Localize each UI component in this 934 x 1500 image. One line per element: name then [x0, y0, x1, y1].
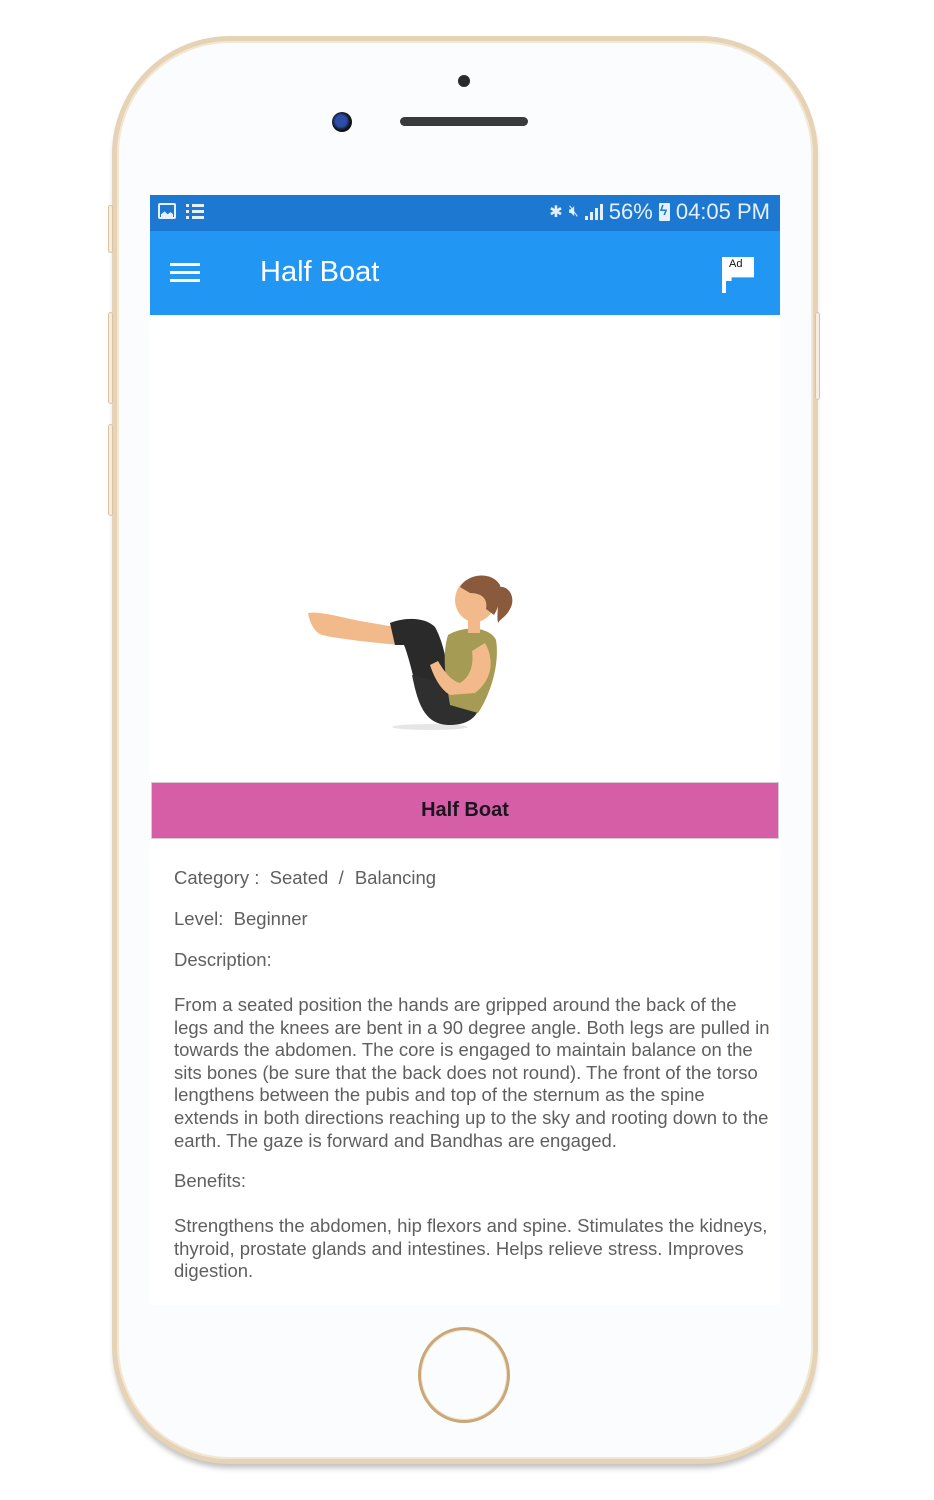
- power-button: [815, 312, 820, 400]
- battery-percent: 56%: [608, 199, 653, 224]
- image-notification-icon: [158, 203, 176, 219]
- level-label: Level:: [174, 908, 224, 929]
- front-camera: [332, 112, 352, 132]
- category-value-1: Seated: [269, 867, 329, 888]
- status-bar: ✱ 🔇︎ 56% 04:05 PM: [150, 195, 780, 231]
- app-bar: Half Boat Ad: [150, 231, 780, 315]
- pose-name: Half Boat: [421, 799, 509, 821]
- screen: ✱ 🔇︎ 56% 04:05 PM Half Boat Ad: [150, 195, 780, 1305]
- volume-up-button: [108, 312, 113, 404]
- benefits-label: Benefits:: [174, 1170, 246, 1192]
- bluetooth-icon: ✱: [549, 204, 563, 221]
- clock: 04:05 PM: [675, 199, 770, 224]
- signal-icon: [584, 204, 603, 220]
- mute-icon: 🔇︎: [568, 203, 579, 220]
- benefits-text: Strengthens the abdomen, hip flexors and…: [174, 1215, 768, 1282]
- list-notification-icon: [186, 203, 204, 219]
- half-boat-pose-illustration: [308, 575, 513, 730]
- page-title: Half Boat: [260, 256, 380, 288]
- home-button[interactable]: [418, 1327, 510, 1423]
- description-text: From a seated position the hands are gri…: [174, 994, 770, 1151]
- volume-down-button: [108, 424, 113, 516]
- category-separator: /: [338, 867, 344, 888]
- mute-switch: [108, 205, 113, 253]
- category-row: Category : Seated / Balancing: [174, 863, 774, 904]
- proximity-sensor: [458, 75, 470, 87]
- pose-details: Category : Seated / Balancing Level: Beg…: [174, 863, 774, 1297]
- pose-name-banner: Half Boat: [151, 782, 779, 839]
- battery-charging-icon: [658, 202, 670, 221]
- hamburger-menu-icon[interactable]: [170, 263, 202, 283]
- category-label: Category :: [174, 867, 260, 888]
- pose-image-area: [150, 315, 780, 781]
- ad-label: Ad: [729, 258, 743, 270]
- ad-flag-icon[interactable]: Ad: [722, 257, 756, 293]
- description-label: Description:: [174, 949, 272, 970]
- level-value: Beginner: [233, 908, 308, 929]
- earpiece-speaker: [400, 117, 528, 126]
- category-value-2: Balancing: [354, 867, 437, 888]
- level-row: Level: Beginner: [174, 904, 774, 945]
